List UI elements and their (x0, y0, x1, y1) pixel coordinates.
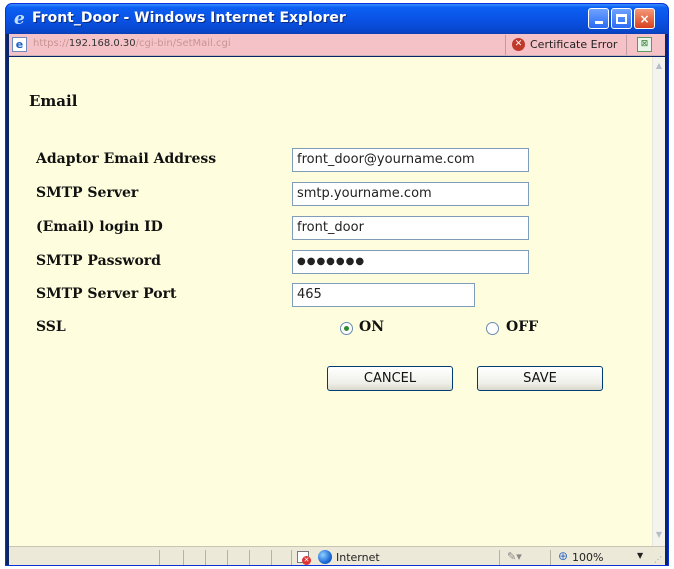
login-id-input[interactable]: front_door (292, 216, 529, 240)
status-divider (205, 550, 206, 565)
address-url[interactable]: https://192.168.0.30/cgi-bin/SetMail.cgi (33, 38, 231, 49)
status-divider (249, 550, 250, 565)
internet-zone-globe-icon (318, 550, 332, 564)
compatibility-view-icon[interactable]: ⊠ (637, 37, 652, 52)
ssl-on-radio[interactable] (340, 322, 353, 335)
ssl-on-label[interactable]: ON (359, 319, 384, 335)
ssl-label: SSL (36, 319, 66, 335)
vertical-scrollbar[interactable]: ▲ ▼ (652, 57, 665, 546)
smtp-server-label: SMTP Server (36, 185, 139, 201)
scroll-up-icon[interactable]: ▲ (653, 59, 665, 73)
title-bar[interactable]: e Front_Door - Windows Internet Explorer… (6, 4, 668, 34)
zoom-magnifier-icon: ⊕ (558, 549, 569, 563)
close-button[interactable]: × (634, 8, 655, 29)
status-divider (271, 550, 272, 565)
status-bar: ✕ Internet ✎▾ ⊕ 100% ▼ ⋰ (9, 546, 665, 565)
status-divider (183, 550, 184, 565)
resize-grip-icon[interactable]: ⋰ (654, 555, 662, 564)
status-divider (550, 550, 551, 565)
blocked-x-icon: ✕ (302, 556, 311, 565)
protected-mode-icon[interactable]: ✎▾ (507, 550, 522, 563)
adaptor-email-input[interactable]: front_door@yourname.com (292, 148, 529, 172)
window-title: Front_Door - Windows Internet Explorer (32, 10, 346, 26)
smtp-port-label: SMTP Server Port (36, 286, 177, 302)
smtp-password-input[interactable]: ●●●●●●● (292, 250, 529, 274)
page-heading: Email (29, 92, 78, 110)
status-divider (227, 550, 228, 565)
status-divider (499, 550, 500, 565)
page-content: Email Adaptor Email Address front_door@y… (9, 57, 652, 546)
browser-window: e Front_Door - Windows Internet Explorer… (5, 3, 669, 566)
url-prefix: https:// (33, 38, 69, 49)
ssl-off-label[interactable]: OFF (506, 319, 538, 335)
ie-logo-icon: e (14, 9, 25, 29)
zoom-dropdown-icon[interactable]: ▼ (637, 551, 643, 560)
close-icon: × (639, 11, 650, 26)
maximize-icon (616, 13, 627, 24)
minimize-button[interactable] (588, 8, 609, 29)
url-path: /cgi-bin/SetMail.cgi (135, 38, 231, 49)
status-divider (159, 550, 160, 565)
address-bar[interactable]: e https://192.168.0.30/cgi-bin/SetMail.c… (9, 34, 665, 56)
page-favicon-icon: e (12, 37, 27, 52)
maximize-button[interactable] (611, 8, 632, 29)
url-host: 192.168.0.30 (68, 38, 136, 49)
cancel-button[interactable]: CANCEL (327, 366, 453, 391)
smtp-port-input[interactable]: 465 (292, 283, 475, 307)
scroll-down-icon[interactable]: ▼ (653, 528, 665, 542)
certificate-error-label: Certificate Error (530, 38, 618, 51)
login-id-label: (Email) login ID (36, 219, 163, 235)
radio-selected-dot (344, 326, 349, 331)
popup-blocked-icon[interactable]: ✕ (297, 551, 311, 565)
ssl-off-radio[interactable] (486, 322, 499, 335)
save-button[interactable]: SAVE (477, 366, 603, 391)
smtp-password-label: SMTP Password (36, 253, 161, 269)
adaptor-email-label: Adaptor Email Address (36, 151, 217, 167)
security-zone-label[interactable]: Internet (336, 551, 380, 564)
certificate-error-button[interactable]: ✕ Certificate Error (505, 35, 627, 55)
error-shield-icon: ✕ (512, 38, 525, 51)
status-divider (291, 550, 292, 565)
smtp-server-input[interactable]: smtp.yourname.com (292, 182, 529, 206)
minimize-icon (594, 21, 603, 24)
zoom-level[interactable]: 100% (572, 551, 603, 564)
